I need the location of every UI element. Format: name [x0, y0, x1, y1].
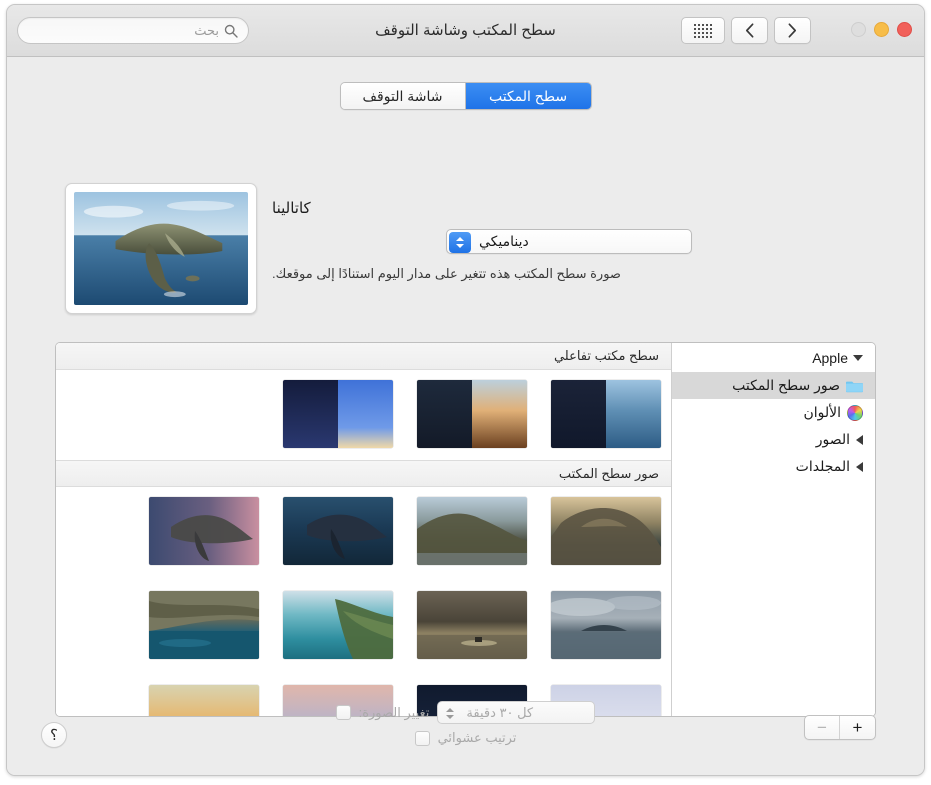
- title-bar: سطح المكتب وشاشة التوقف بحث: [7, 5, 924, 57]
- tab-bar: سطح المكتب شاشة التوقف: [7, 82, 924, 110]
- wallpaper-grid[interactable]: سطح مكتب تفاعلي صور سطح المكتب: [56, 343, 671, 716]
- wallpaper-thumb-island-dawn[interactable]: [149, 497, 259, 565]
- change-picture-label: تغيير الصورة:: [358, 704, 430, 720]
- change-interval-value: كل ٣٠ دقيقة: [466, 704, 534, 720]
- system-preferences-window: سطح المكتب وشاشة التوقف بحث سطح المكتب ش…: [6, 4, 925, 776]
- sidebar-item-folders[interactable]: المجلدات: [672, 453, 875, 480]
- folder-icon: [846, 381, 863, 392]
- triangle-down-icon: [853, 355, 863, 361]
- wallpaper-mode-popup[interactable]: ديناميكي: [446, 229, 692, 254]
- search-field[interactable]: بحث: [17, 17, 249, 44]
- change-interval-popup: كل ٣٠ دقيقة: [437, 701, 596, 724]
- help-button[interactable]: ؟: [41, 722, 67, 748]
- wallpaper-preview-image: [74, 192, 248, 305]
- wallpaper-thumb-mojave-dynamic[interactable]: [417, 380, 527, 448]
- sidebar-item-label: المجلدات: [795, 458, 850, 474]
- triangle-left-icon[interactable]: [856, 434, 863, 445]
- wallpaper-thumb-cloudy-island[interactable]: [551, 591, 661, 659]
- sidebar-item-colors[interactable]: الألوان: [672, 399, 875, 426]
- wallpaper-description: صورة سطح المكتب هذه تتغير على مدار اليوم…: [272, 266, 621, 281]
- change-picture-checkbox: [335, 705, 351, 720]
- wallpaper-thumb-coastal-rocks[interactable]: [149, 591, 259, 659]
- wallpaper-mode-value: ديناميكي: [479, 233, 529, 249]
- wallpaper-preview[interactable]: [65, 183, 257, 314]
- sidebar-item-desktop-pictures[interactable]: صور سطح المكتب: [672, 372, 875, 399]
- desktop-pictures-thumbs: [56, 487, 671, 716]
- wallpaper-thumb-stormy-sea[interactable]: [417, 591, 527, 659]
- tab-desktop[interactable]: سطح المكتب: [465, 83, 591, 109]
- wallpaper-thumb-island-night[interactable]: [283, 497, 393, 565]
- random-order-label: ترتيب عشوائي: [437, 730, 517, 745]
- wallpaper-meta: كاتالينا ديناميكي صورة سطح المكتب هذه تت…: [272, 199, 692, 283]
- dynamic-desktop-thumbs: [56, 370, 671, 460]
- sidebar-item-label: الألوان: [803, 404, 841, 420]
- change-picture-row: كل ٣٠ دقيقة تغيير الصورة:: [335, 701, 596, 724]
- stepper-arrows-icon: [441, 704, 459, 722]
- tab-strip: سطح المكتب شاشة التوقف: [339, 82, 592, 110]
- wallpaper-thumb-catalina-dynamic[interactable]: [551, 380, 661, 448]
- sidebar-item-label: صور سطح المكتب: [732, 377, 840, 393]
- source-sidebar: Apple صور سطح المكتب الألوان الصور المجل…: [671, 343, 875, 716]
- random-order-checkbox: [414, 730, 430, 746]
- wallpaper-thumb-island-coast[interactable]: [417, 497, 527, 565]
- sidebar-item-label: الصور: [815, 431, 850, 447]
- section-header-desktop-pictures: صور سطح المكتب: [56, 460, 671, 487]
- color-wheel-icon: [847, 404, 863, 421]
- wallpaper-thumb-island-sunset[interactable]: [551, 497, 661, 565]
- sidebar-group-label: Apple: [812, 350, 848, 366]
- wallpaper-thumb-turquoise-bay[interactable]: [283, 591, 393, 659]
- sidebar-group-apple[interactable]: Apple: [672, 344, 875, 372]
- wallpaper-thumb-solar-gradients[interactable]: [283, 380, 393, 448]
- search-placeholder: بحث: [194, 22, 219, 38]
- random-order-row: ترتيب عشوائي: [414, 730, 517, 746]
- bottom-options: كل ٣٠ دقيقة تغيير الصورة: ترتيب عشوائي: [7, 701, 924, 746]
- preferences-content: سطح المكتب شاشة التوقف كاتالينا ديناميكي…: [7, 57, 924, 775]
- stepper-arrows-icon: [449, 232, 471, 253]
- search-icon: [224, 24, 238, 38]
- sidebar-item-photos[interactable]: الصور: [672, 426, 875, 453]
- tab-screensaver[interactable]: شاشة التوقف: [340, 83, 466, 109]
- triangle-left-icon[interactable]: [856, 461, 863, 472]
- wallpaper-name: كاتالينا: [272, 200, 311, 217]
- section-header-dynamic-desktop: سطح مكتب تفاعلي: [56, 343, 671, 370]
- wallpaper-browser-panel: Apple صور سطح المكتب الألوان الصور المجل…: [55, 342, 876, 717]
